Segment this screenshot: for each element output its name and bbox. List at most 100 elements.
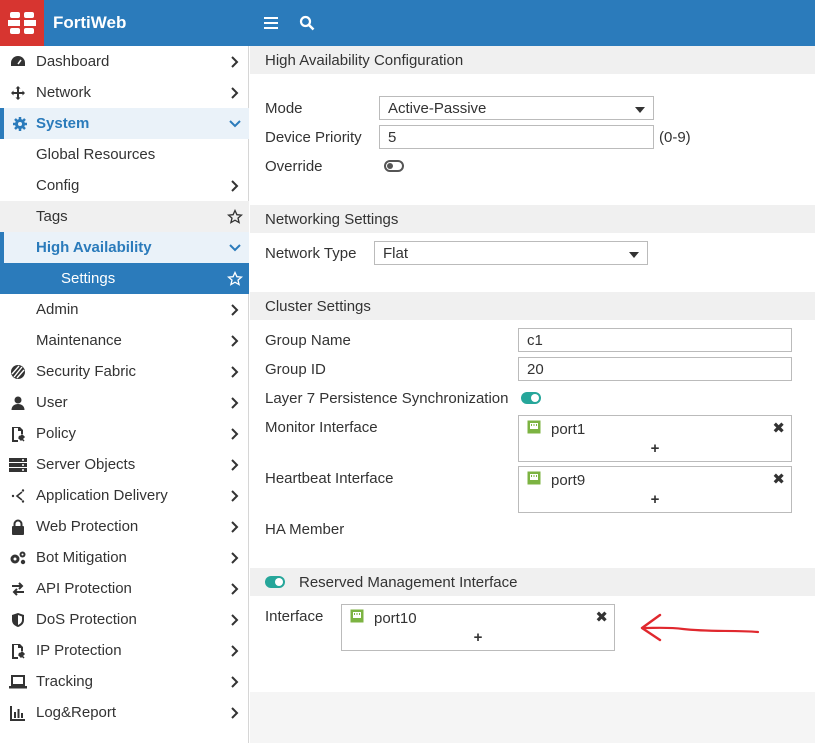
star-icon[interactable] bbox=[221, 270, 249, 287]
sidebar-item-ip-protection[interactable]: IP Protection bbox=[0, 635, 249, 666]
reserved-mgmt-toggle[interactable] bbox=[265, 576, 285, 588]
sidebar-item-admin[interactable]: Admin bbox=[0, 294, 249, 325]
sidebar-item-config[interactable]: Config bbox=[0, 170, 249, 201]
sidebar-item-api-protection[interactable]: API Protection bbox=[0, 573, 249, 604]
chevron-down-icon bbox=[635, 100, 645, 117]
add-interface-button[interactable]: + bbox=[474, 629, 483, 646]
sidebar-item-policy[interactable]: Policy bbox=[0, 418, 249, 449]
app-title: FortiWeb bbox=[53, 13, 127, 32]
fortinet-logo-icon[interactable] bbox=[0, 0, 44, 46]
sidebar-item-high-availability[interactable]: High Availability bbox=[0, 232, 249, 263]
sidebar-item-server-objects[interactable]: Server Objects bbox=[0, 449, 249, 480]
ha-member-label: HA Member bbox=[265, 521, 345, 538]
group-name-label: Group Name bbox=[265, 332, 351, 349]
l7-persistence-toggle[interactable] bbox=[521, 392, 541, 404]
shield-icon bbox=[0, 612, 36, 628]
section-title: Cluster Settings bbox=[265, 297, 371, 315]
device-priority-value: 5 bbox=[388, 128, 397, 146]
sidebar-item-security-fabric[interactable]: Security Fabric bbox=[0, 356, 249, 387]
chevron-down-icon bbox=[221, 119, 249, 129]
ethernet-port-icon bbox=[527, 471, 541, 489]
network-type-select[interactable]: Flat bbox=[374, 241, 648, 265]
app-delivery-icon bbox=[0, 488, 36, 504]
override-toggle[interactable] bbox=[384, 160, 404, 172]
chevron-right-icon bbox=[221, 427, 249, 440]
menu-icon[interactable] bbox=[255, 0, 287, 46]
chevron-right-icon bbox=[221, 396, 249, 409]
sidebar-item-label: Admin bbox=[36, 301, 79, 318]
group-name-value: c1 bbox=[527, 331, 543, 349]
interface-label: Interface bbox=[265, 608, 324, 625]
heartbeat-interface-box[interactable]: port9 ✖ + bbox=[518, 466, 792, 513]
remove-icon[interactable]: ✖ bbox=[772, 419, 785, 437]
sidebar-item-label: Maintenance bbox=[36, 332, 122, 349]
dashboard-icon bbox=[0, 54, 36, 70]
section-header-networking: Networking Settings bbox=[250, 205, 815, 233]
laptop-icon bbox=[0, 674, 36, 690]
gear-icon bbox=[4, 116, 36, 132]
ip-icon bbox=[0, 643, 36, 659]
port-name: port9 bbox=[551, 471, 586, 489]
sidebar-item-label: API Protection bbox=[36, 580, 132, 597]
sidebar-item-label: Tags bbox=[36, 208, 68, 225]
chevron-right-icon bbox=[221, 365, 249, 378]
sidebar-item-label: Web Protection bbox=[36, 518, 139, 535]
user-icon bbox=[0, 395, 36, 411]
chart-icon bbox=[0, 705, 36, 721]
sidebar: FortiWeb Dashboard Network System Global… bbox=[0, 0, 249, 743]
mode-value: Active-Passive bbox=[388, 99, 487, 117]
mode-select[interactable]: Active-Passive bbox=[379, 96, 654, 120]
security-fabric-icon bbox=[0, 364, 36, 380]
add-interface-button[interactable]: + bbox=[651, 440, 660, 457]
reserved-interface-box[interactable]: port10 ✖ + bbox=[341, 604, 615, 651]
sidebar-item-bot-mitigation[interactable]: Bot Mitigation bbox=[0, 542, 249, 573]
chevron-down-icon bbox=[629, 245, 639, 262]
sidebar-item-tags[interactable]: Tags bbox=[0, 201, 249, 232]
sidebar-item-system[interactable]: System bbox=[0, 108, 249, 139]
search-icon[interactable] bbox=[291, 0, 323, 46]
port-name: port1 bbox=[551, 420, 586, 438]
remove-icon[interactable]: ✖ bbox=[772, 470, 785, 488]
ethernet-port-icon bbox=[350, 609, 364, 627]
sidebar-item-settings[interactable]: Settings bbox=[0, 263, 249, 294]
annotation-arrow-icon bbox=[640, 613, 760, 642]
sidebar-item-web-protection[interactable]: Web Protection bbox=[0, 511, 249, 542]
sidebar-item-label: Security Fabric bbox=[36, 363, 137, 380]
sidebar-item-label: Server Objects bbox=[36, 456, 136, 473]
sidebar-item-label: Dashboard bbox=[36, 53, 110, 70]
port-chip: port1 bbox=[527, 420, 585, 438]
sidebar-item-dashboard[interactable]: Dashboard bbox=[0, 46, 249, 77]
bot-icon bbox=[0, 550, 36, 566]
l7-persistence-label: Layer 7 Persistence Synchronization bbox=[265, 390, 509, 407]
sidebar-item-maintenance[interactable]: Maintenance bbox=[0, 325, 249, 356]
monitor-interface-box[interactable]: port1 ✖ + bbox=[518, 415, 792, 462]
sidebar-item-log-report[interactable]: Log&Report bbox=[0, 697, 249, 728]
section-header-cluster: Cluster Settings bbox=[250, 292, 815, 320]
sidebar-item-dos-protection[interactable]: DoS Protection bbox=[0, 604, 249, 635]
network-type-label: Network Type bbox=[265, 245, 357, 262]
section-header-ha-config: High Availability Configuration bbox=[250, 46, 815, 74]
remove-icon[interactable]: ✖ bbox=[595, 608, 608, 626]
ethernet-port-icon bbox=[527, 420, 541, 438]
group-name-input[interactable]: c1 bbox=[518, 328, 792, 352]
group-id-input[interactable]: 20 bbox=[518, 357, 792, 381]
star-icon[interactable] bbox=[221, 208, 249, 225]
sidebar-item-label: Global Resources bbox=[36, 146, 156, 163]
chevron-right-icon bbox=[221, 582, 249, 595]
sidebar-item-label: User bbox=[36, 394, 68, 411]
override-label: Override bbox=[265, 158, 323, 175]
add-interface-button[interactable]: + bbox=[651, 491, 660, 508]
sidebar-item-global-resources[interactable]: Global Resources bbox=[0, 139, 249, 170]
policy-icon bbox=[0, 426, 36, 442]
sidebar-item-label: Settings bbox=[61, 270, 116, 287]
server-icon bbox=[0, 457, 36, 473]
sidebar-item-user[interactable]: User bbox=[0, 387, 249, 418]
sidebar-item-label: Log&Report bbox=[36, 704, 117, 721]
bottom-band bbox=[250, 692, 815, 743]
device-priority-input[interactable]: 5 bbox=[379, 125, 654, 149]
sidebar-item-label: IP Protection bbox=[36, 642, 122, 659]
sidebar-item-network[interactable]: Network bbox=[0, 77, 249, 108]
sidebar-item-application-delivery[interactable]: Application Delivery bbox=[0, 480, 249, 511]
sidebar-item-tracking[interactable]: Tracking bbox=[0, 666, 249, 697]
chevron-right-icon bbox=[221, 86, 249, 99]
